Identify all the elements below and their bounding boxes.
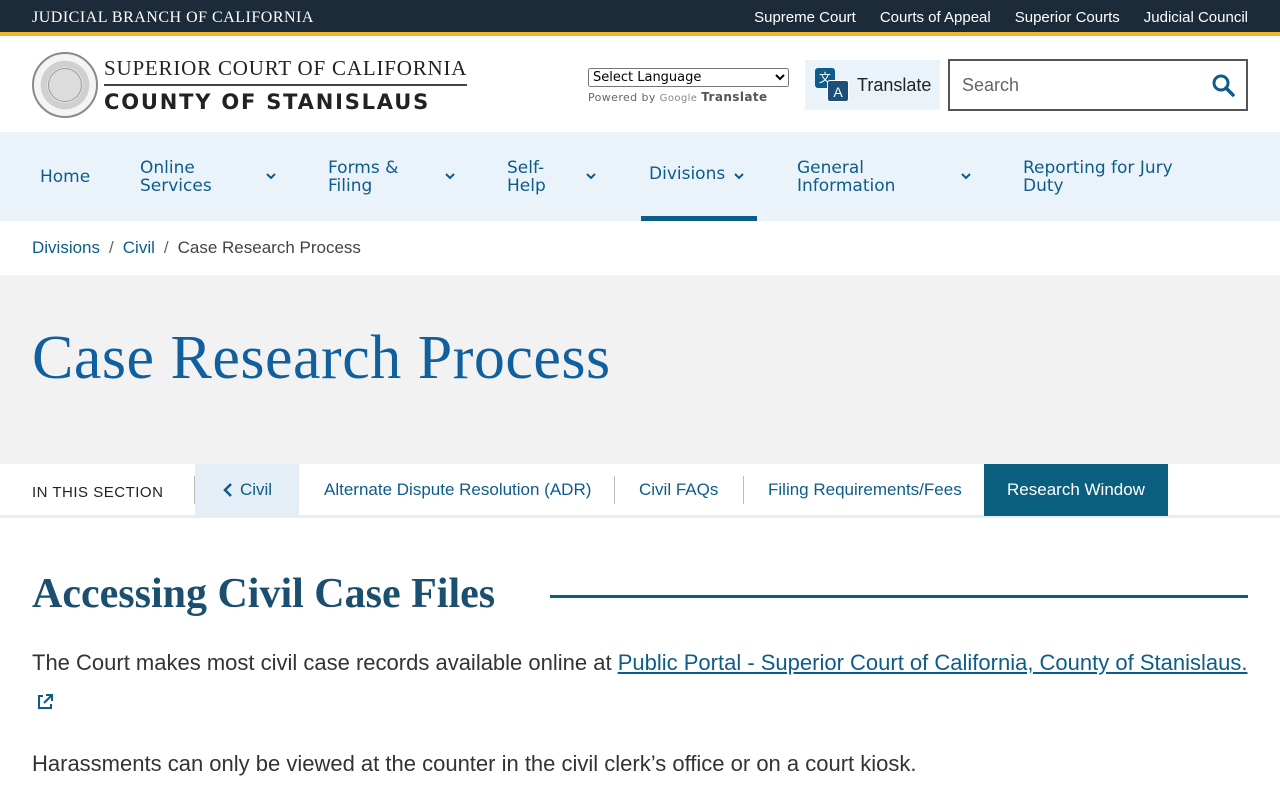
page-title: Case Research Process <box>32 324 611 392</box>
search-input[interactable] <box>950 61 1200 109</box>
nav-item-label: Divisions <box>649 164 726 184</box>
tab-filing-requirements[interactable]: Filing Requirements/Fees <box>768 464 962 516</box>
heading-rule <box>550 595 1248 598</box>
back-to-civil-link[interactable]: Civil <box>195 464 299 516</box>
tab-civil-faqs[interactable]: Civil FAQs <box>639 464 718 516</box>
nav-item-label: Reporting for Jury Duty <box>1023 157 1173 196</box>
court-name-line2: COUNTY OF STANISLAUS <box>104 90 430 114</box>
google-logo-text: Google <box>659 93 698 104</box>
superior-courts-link[interactable]: Superior Courts <box>1015 9 1120 26</box>
public-portal-link[interactable]: Public Portal - Superior Court of Califo… <box>618 650 1248 675</box>
chevron-down-icon <box>266 173 276 180</box>
nav-item-forms-filing[interactable]: Forms & Filing <box>328 132 463 221</box>
judicial-branch-bar: JUDICIAL BRANCH OF CALIFORNIA Supreme Co… <box>0 0 1280 36</box>
judicial-council-link[interactable]: Judicial Council <box>1144 9 1248 26</box>
judicial-branch-label: JUDICIAL BRANCH OF CALIFORNIA <box>32 9 314 26</box>
back-link-label: Civil <box>239 480 273 499</box>
nav-item-home[interactable]: Home <box>40 132 90 221</box>
powered-by-text: Powered by <box>588 91 656 104</box>
search-icon[interactable] <box>1200 61 1246 109</box>
courts-of-appeal-link[interactable]: Courts of Appeal <box>880 9 991 26</box>
page-hero: Case Research Process <box>0 275 1280 464</box>
breadcrumb-current: Case Research Process <box>177 238 361 257</box>
supreme-court-link[interactable]: Supreme Court <box>754 9 856 26</box>
nav-item-label: General Information <box>797 157 896 196</box>
chevron-down-icon <box>586 173 596 180</box>
breadcrumb: Divisions / Civil / Case Research Proces… <box>32 238 361 258</box>
nav-item-general-information[interactable]: General Information <box>797 132 977 221</box>
nav-item-online-services[interactable]: Online Services <box>140 132 285 221</box>
in-this-section-label: IN THIS SECTION <box>32 484 164 501</box>
site-header: SUPERIOR COURT OF CALIFORNIA COUNTY OF S… <box>0 40 1280 132</box>
language-widget: Select Language Powered by Google Transl… <box>588 68 789 104</box>
nav-item-divisions[interactable]: Divisions <box>641 132 757 221</box>
nav-item-label: Forms & Filing <box>328 157 399 196</box>
paragraph-online-records: The Court makes most civil case records … <box>32 644 1248 720</box>
translate-icon: 文 A <box>815 68 849 102</box>
breadcrumb-civil[interactable]: Civil <box>123 238 155 258</box>
seal-emblem <box>48 68 82 102</box>
google-translate-text[interactable]: Translate <box>701 90 767 104</box>
nav-item-label: Self-Help <box>507 157 546 196</box>
powered-by-google: Powered by Google Translate <box>588 90 789 104</box>
in-this-section-nav: IN THIS SECTION Civil Alternate Dispute … <box>0 464 1280 518</box>
tab-separator <box>614 476 615 504</box>
tab-research-window[interactable]: Research Window <box>984 464 1168 516</box>
translate-button[interactable]: 文 A Translate <box>805 60 940 110</box>
chevron-down-icon <box>961 173 971 180</box>
chevron-left-icon <box>223 483 232 497</box>
court-name-logo[interactable]: SUPERIOR COURT OF CALIFORNIA COUNTY OF S… <box>104 56 468 114</box>
paragraph-harassments: Harassments can only be viewed at the co… <box>32 751 917 776</box>
translate-button-label: Translate <box>857 74 932 95</box>
paragraph-text: The Court makes most civil case records … <box>32 650 618 675</box>
nav-item-label: Home <box>40 166 91 187</box>
nav-item-label: Online Services <box>140 157 212 196</box>
language-select[interactable]: Select Language <box>588 68 789 87</box>
breadcrumb-separator: / <box>163 238 169 257</box>
tab-separator <box>743 476 744 504</box>
utility-links: Supreme Court Courts of Appeal Superior … <box>754 9 1248 26</box>
search-box <box>948 59 1248 111</box>
court-seal-logo[interactable] <box>32 52 98 118</box>
breadcrumb-divisions[interactable]: Divisions <box>32 238 100 258</box>
tab-adr[interactable]: Alternate Dispute Resolution (ADR) <box>324 464 591 516</box>
nav-item-jury-duty[interactable]: Reporting for Jury Duty <box>1023 132 1193 221</box>
nav-item-self-help[interactable]: Self-Help <box>507 132 602 221</box>
breadcrumb-separator: / <box>109 238 114 257</box>
external-link-icon <box>38 694 53 710</box>
chevron-down-icon <box>445 173 455 180</box>
content-heading: Accessing Civil Case Files <box>32 571 496 617</box>
main-navigation: Home Online Services Forms & Filing Self… <box>0 132 1280 221</box>
chevron-down-icon <box>734 173 744 180</box>
court-name-line1: SUPERIOR COURT OF CALIFORNIA <box>104 56 468 86</box>
